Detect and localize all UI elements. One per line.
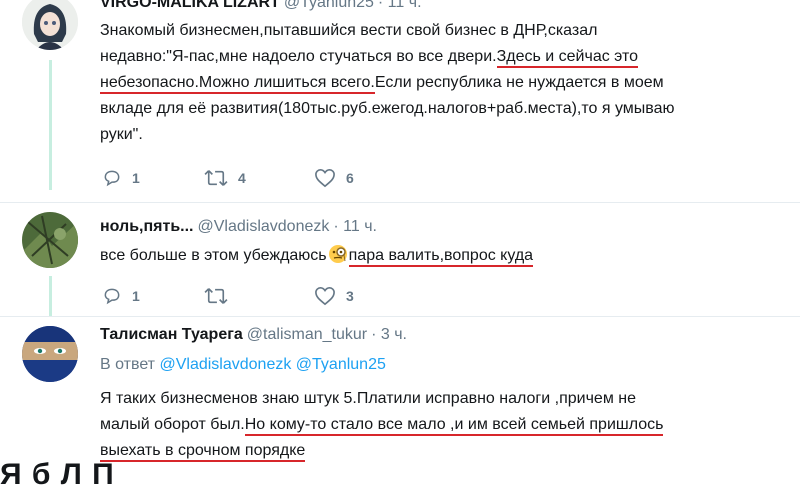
underlined-fragment: Но кому-то стало все мало ,и им всей сем… — [244, 416, 664, 436]
tweet-time[interactable]: · 3 ч. — [371, 326, 407, 343]
reply-icon — [104, 288, 120, 305]
like-button[interactable]: 6 — [314, 168, 354, 188]
underlined-fragment: Здесь и сейчас это — [496, 48, 639, 68]
tweet-header: ноль,пять... @Vladislavdonezk · 11 ч. — [100, 218, 377, 236]
author-handle[interactable]: @talisman_tukur — [247, 326, 367, 343]
underlined-fragment: пара валить,вопрос куда — [348, 247, 534, 267]
avatar[interactable] — [22, 326, 78, 382]
tweet-divider — [0, 316, 800, 317]
retweet-button[interactable]: 4 — [204, 168, 246, 188]
retweet-button[interactable] — [204, 286, 238, 306]
tweet-header: Талисман Туарега @talisman_tukur · 3 ч. — [100, 326, 407, 344]
heart-icon — [315, 286, 335, 306]
reply-mentions-link[interactable]: @Vladislavdonezk @Tyanlun25 — [159, 356, 385, 373]
retweet-count: 4 — [238, 170, 246, 186]
tweet-time[interactable]: · 11 ч. — [378, 0, 422, 11]
text-fragment: недавно:"Я-пас,мне надоело стучаться во … — [100, 48, 497, 65]
reply-icon — [104, 170, 120, 187]
cropped-text: Я б Л П — [0, 458, 115, 491]
author-handle[interactable]: @Tyanlun25 — [284, 0, 374, 11]
author-name[interactable]: VIRGO-MALIKA LIZART — [100, 0, 280, 11]
underlined-fragment: небезопасно.Можно лишиться всего. — [100, 74, 375, 94]
tweet-header: VIRGO-MALIKA LIZART @Tyanlun25 · 11 ч. — [100, 0, 422, 12]
text-line: малый оборот был.Но кому-то стало все ма… — [100, 412, 664, 438]
like-count: 3 — [346, 288, 354, 304]
reply-button[interactable]: 1 — [102, 168, 140, 188]
text-line: Я таких бизнесменов знаю штук 5.Платили … — [100, 390, 636, 407]
text-fragment: Если республика не нуждается в моем — [374, 74, 664, 91]
retweet-icon — [204, 288, 228, 304]
like-count: 6 — [346, 170, 354, 186]
reply-label: В ответ — [100, 356, 156, 373]
tweet-text: все больше в этом убеждаюсь пара валить,в… — [100, 243, 534, 273]
tweet-text: Я таких бизнесменов знаю штук 5.Платили … — [100, 386, 664, 464]
heart-icon — [315, 168, 335, 188]
tweet-text: Знакомый бизнесмен,пытавшийся вести свой… — [100, 18, 675, 148]
text-line: вкладе для её развития(180тыс.руб.ежегод… — [100, 100, 675, 117]
text-line: Знакомый бизнесмен,пытавшийся вести свой… — [100, 22, 598, 39]
tweet-actions: 1 3 — [100, 286, 500, 310]
like-button[interactable]: 3 — [314, 286, 354, 306]
author-name[interactable]: ноль,пять... — [100, 218, 194, 235]
reply-count: 1 — [132, 170, 140, 186]
text-line: выехать в срочном порядке — [100, 438, 663, 464]
thread-connector-middle — [49, 276, 52, 316]
text-fragment: все больше в этом убеждаюсь — [100, 247, 327, 264]
thread-connector-top — [49, 60, 52, 190]
underlined-fragment: выехать в срочном порядке — [100, 442, 306, 462]
reply-button[interactable]: 1 — [102, 286, 140, 306]
text-line: руки". — [100, 126, 143, 143]
tweet-time[interactable]: · 11 ч. — [333, 218, 377, 235]
text-line: небезопасно.Можно лишиться всего.Если ре… — [100, 70, 675, 96]
text-line: недавно:"Я-пас,мне надоело стучаться во … — [100, 44, 675, 70]
author-handle[interactable]: @Vladislavdonezk — [198, 218, 330, 235]
retweet-icon — [204, 170, 228, 186]
reply-count: 1 — [132, 288, 140, 304]
avatar[interactable] — [22, 0, 78, 50]
tweet-divider — [0, 202, 800, 203]
reply-context: В ответ @Vladislavdonezk @Tyanlun25 — [100, 356, 386, 374]
avatar[interactable] — [22, 212, 78, 268]
text-fragment: малый оборот был. — [100, 416, 245, 433]
author-name[interactable]: Талисман Туарега — [100, 326, 243, 343]
face-with-monocle-icon — [328, 244, 348, 273]
tweet-actions: 1 4 6 — [100, 168, 500, 192]
